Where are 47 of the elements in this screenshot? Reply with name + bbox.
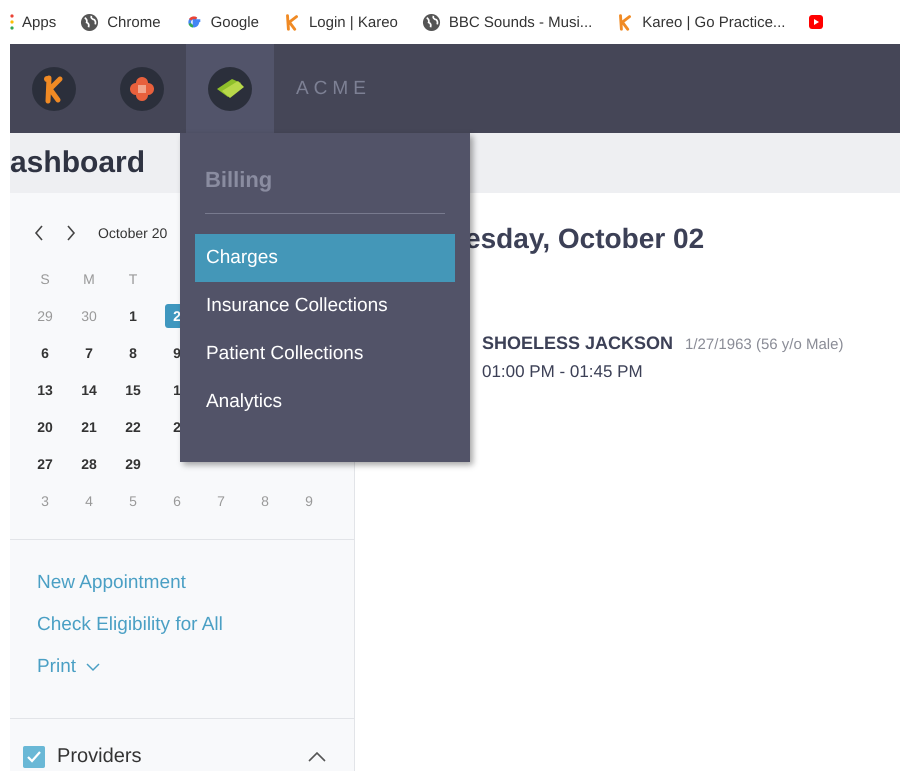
providers-label: Providers xyxy=(57,745,142,768)
bookmark-link[interactable]: BBC Sounds - Musi... xyxy=(448,14,592,30)
providers-checkbox[interactable] xyxy=(23,746,45,768)
calendar-month: October 20 xyxy=(98,225,168,241)
calendar-day[interactable]: 27 xyxy=(33,452,57,476)
checkmark-icon xyxy=(26,750,42,764)
calendar-day[interactable]: 15 xyxy=(121,378,145,402)
bookmark-link[interactable]: Google xyxy=(210,14,259,30)
calendar-day[interactable]: 28 xyxy=(77,452,101,476)
page-title: ashboard xyxy=(10,146,146,180)
appointment-time: 01:00 PM - 01:45 PM xyxy=(482,362,644,382)
chevron-left-icon[interactable] xyxy=(34,225,44,241)
app-tab[interactable] xyxy=(186,44,274,133)
weekday-label: S xyxy=(39,270,51,286)
calendar-day[interactable]: 21 xyxy=(77,414,101,438)
apps-grid-icon[interactable] xyxy=(10,14,14,30)
video-play-icon[interactable] xyxy=(809,14,824,30)
calendar-day[interactable]: 29 xyxy=(121,452,145,476)
calendar-day[interactable]: 22 xyxy=(121,414,145,438)
globe-icon[interactable] xyxy=(422,12,441,32)
bookmark-link[interactable]: Chrome xyxy=(107,14,161,30)
bandage-icon xyxy=(120,66,164,110)
menu-item[interactable]: Analytics xyxy=(195,378,455,426)
money-bills-icon xyxy=(208,66,252,110)
calendar-day[interactable]: 6 xyxy=(33,340,57,364)
calendar-day[interactable]: 20 xyxy=(33,414,57,438)
bookmark-link[interactable]: Apps xyxy=(22,14,56,30)
bookmark-link[interactable]: Login | Kareo xyxy=(308,14,398,30)
calendar-day[interactable]: 1 xyxy=(121,304,145,328)
patient-name[interactable]: SHOELESS JACKSON xyxy=(482,333,674,354)
menu-item[interactable]: Patient Collections xyxy=(195,330,455,378)
globe-icon[interactable] xyxy=(80,12,100,32)
k-logo-icon xyxy=(32,66,76,110)
weekday-label: M xyxy=(82,270,96,286)
menu-heading: Billing xyxy=(204,167,274,193)
calendar-day[interactable]: 8 xyxy=(121,340,145,364)
chevron-right-icon[interactable] xyxy=(66,225,76,241)
chevron-down-icon[interactable] xyxy=(86,662,100,672)
chevron-icon[interactable] xyxy=(308,752,326,762)
menu-item[interactable]: Insurance Collections xyxy=(195,282,455,330)
calendar-day[interactable]: 14 xyxy=(77,378,101,402)
calendar-day[interactable]: 7 xyxy=(77,340,101,364)
calendar-day[interactable]: 13 xyxy=(33,378,57,402)
patient-details: 1/27/1963 (56 y/o Male) xyxy=(685,336,844,353)
bookmark-link[interactable]: Kareo | Go Practice... xyxy=(642,14,786,30)
weekday-label: T xyxy=(128,270,138,286)
practice-name: ACME xyxy=(296,78,371,100)
